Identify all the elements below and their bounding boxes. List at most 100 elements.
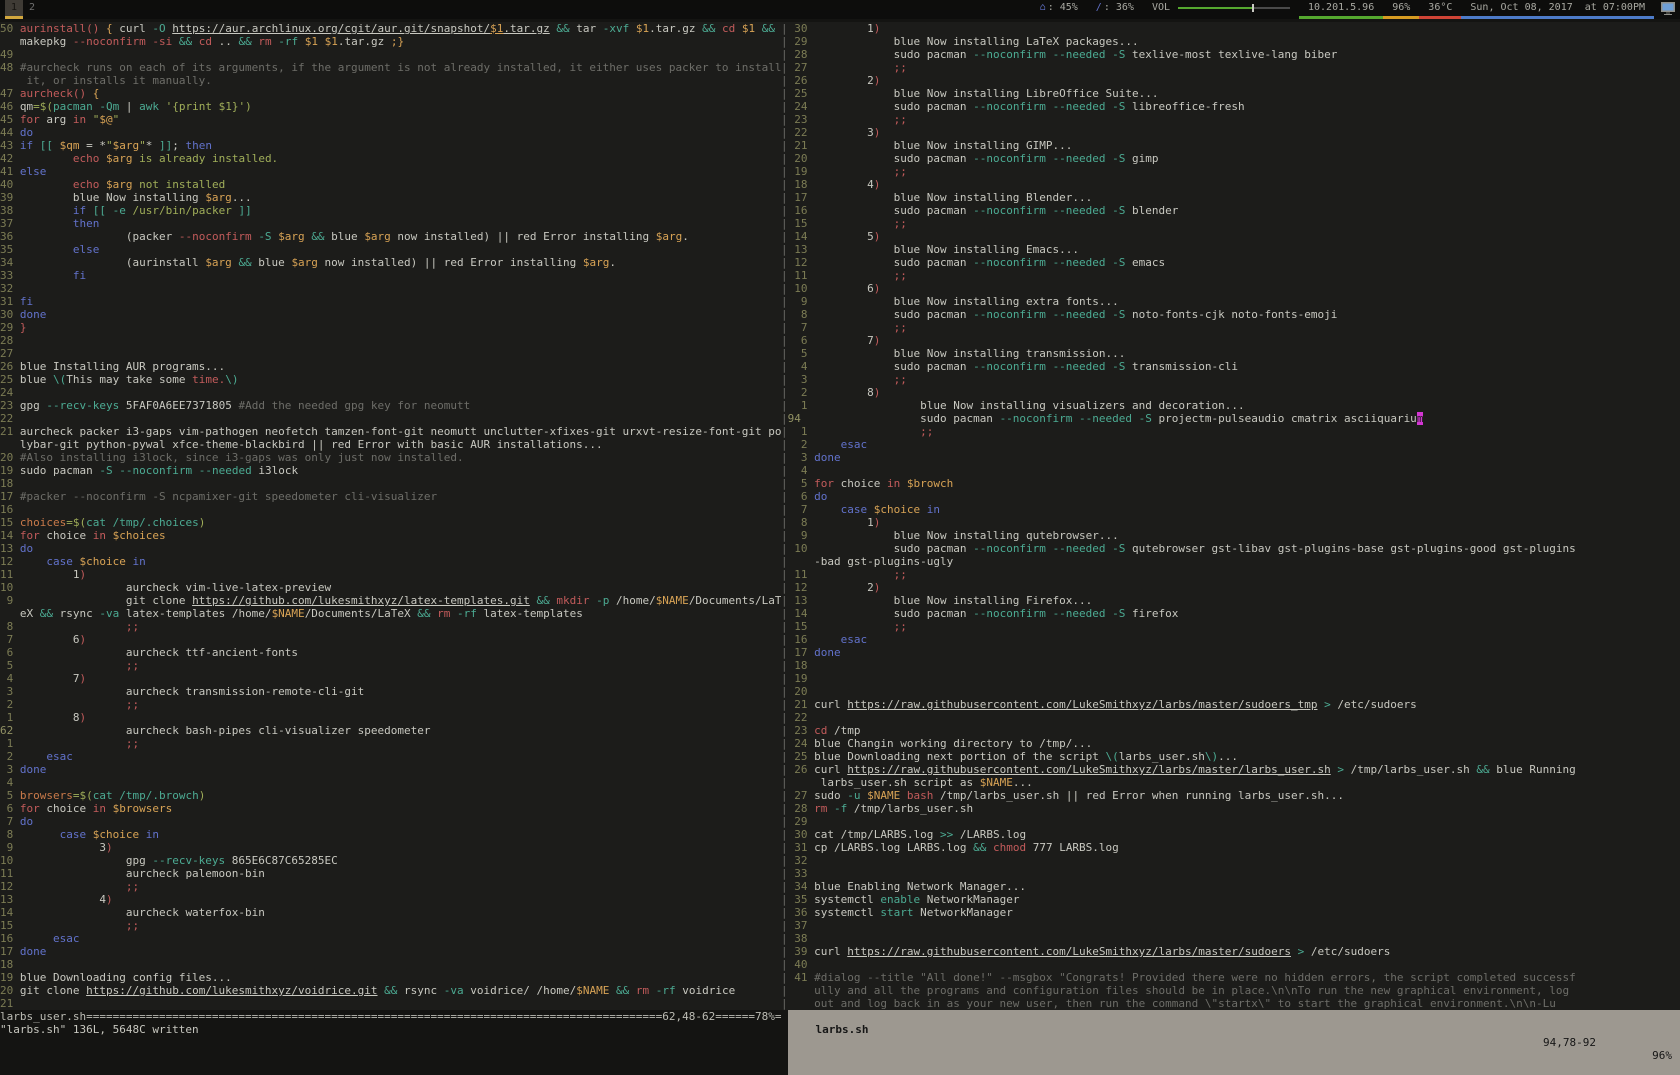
- code-row: 8 ;;: [0, 620, 781, 633]
- line-number: 6: [788, 490, 815, 503]
- line-number: 16: [788, 204, 815, 217]
- window-separator: |: [781, 490, 788, 503]
- code-row: 44 do: [0, 126, 781, 139]
- status-item-temperature: 36°C: [1419, 0, 1461, 19]
- line-number: 19: [0, 464, 20, 477]
- line-number: 28: [0, 334, 20, 347]
- code-row: eX && rsync -va latex-templates /home/$N…: [0, 607, 781, 620]
- line-number: 2: [0, 698, 20, 711]
- line-number: 10: [788, 282, 815, 295]
- code-row: | 23 ;;: [781, 113, 1680, 126]
- line-number: 3: [788, 451, 815, 464]
- line-number: 20: [788, 152, 815, 165]
- line-number: 15: [0, 516, 20, 529]
- line-number: 15: [788, 217, 815, 230]
- code-row: 24: [0, 386, 781, 399]
- window-separator: |: [781, 880, 788, 893]
- code-row: 25 blue \(This may take some time.\): [0, 373, 781, 386]
- code-row: | 36 systemctl start NetworkManager: [781, 906, 1680, 919]
- line-number: 16: [788, 633, 815, 646]
- line-number: 7: [0, 815, 20, 828]
- window-separator: |: [781, 750, 788, 763]
- line-number: 17: [0, 945, 20, 958]
- line-number: 37: [788, 919, 815, 932]
- code-row: | 9 blue Now installing extra fonts...: [781, 295, 1680, 308]
- slash-icon: /: [1096, 0, 1102, 16]
- window-separator: |: [781, 22, 788, 35]
- line-number: 6: [0, 646, 20, 659]
- window-separator: |: [781, 542, 788, 555]
- code-row: 1 8): [0, 711, 781, 724]
- window-separator: |: [781, 776, 788, 789]
- code-row: | 24 sudo pacman --noconfirm --needed -S…: [781, 100, 1680, 113]
- line-number: 13: [788, 243, 815, 256]
- line-number: 9: [0, 841, 20, 854]
- code-row: 20 #Also installing i3lock, since i3-gap…: [0, 451, 781, 464]
- code-row: | 27 ;;: [781, 61, 1680, 74]
- workspace-button-2[interactable]: 2: [23, 0, 41, 19]
- code-row: 14 aurcheck waterfox-bin: [0, 906, 781, 919]
- window-separator: |: [781, 412, 788, 425]
- code-row: 18: [0, 958, 781, 971]
- line-number: 10: [788, 542, 815, 555]
- line-number: 8: [0, 620, 20, 633]
- code-row: | 7 ;;: [781, 321, 1680, 334]
- window-separator: |: [781, 594, 788, 607]
- code-row: 18: [0, 477, 781, 490]
- window-separator: |: [781, 256, 788, 269]
- line-number: 7: [788, 503, 815, 516]
- window-separator: |: [781, 321, 788, 334]
- line-number: 1: [788, 399, 815, 412]
- line-number: 19: [788, 672, 815, 685]
- window-separator: |: [781, 334, 788, 347]
- tray[interactable]: [1654, 0, 1680, 19]
- status-item-battery: 96%: [1383, 0, 1419, 19]
- code-row: 32: [0, 282, 781, 295]
- code-row: | 19: [781, 672, 1680, 685]
- window-separator: |: [781, 295, 788, 308]
- code-row: 62 aurcheck bash-pipes cli-visualizer sp…: [0, 724, 781, 737]
- window-separator: |: [781, 347, 788, 360]
- monitor-icon[interactable]: [1660, 1, 1676, 18]
- window-separator: |: [781, 984, 788, 997]
- window-separator: |: [781, 503, 788, 516]
- vim-left-pane[interactable]: 50 aurinstall() { curl -O https://aur.ar…: [0, 22, 781, 1010]
- volume-slider[interactable]: [1178, 0, 1290, 16]
- code-row: | larbs_user.sh script as $NAME...: [781, 776, 1680, 789]
- line-number: 1: [788, 425, 815, 438]
- status-label: VOL: [1152, 0, 1170, 16]
- line-number: 17: [788, 646, 815, 659]
- window-separator: |: [781, 646, 788, 659]
- code-row: | 12 2): [781, 581, 1680, 594]
- line-number: 39: [788, 945, 815, 958]
- line-number: 14: [788, 230, 815, 243]
- statusline-active: larbs.sh 94,78-92 96%: [788, 1010, 1680, 1075]
- code-row: 11 1): [0, 568, 781, 581]
- code-row: | 11 ;;: [781, 269, 1680, 282]
- code-row: 27: [0, 347, 781, 360]
- code-row: 5 browsers=$(cat /tmp/.browch): [0, 789, 781, 802]
- window-separator: |: [781, 230, 788, 243]
- code-row: 30 done: [0, 308, 781, 321]
- line-number: 5: [788, 347, 815, 360]
- vim-command-line: "larbs.sh" 136L, 5648C written: [0, 1023, 1680, 1036]
- vim-right-pane[interactable]: | 30 1)| 29 blue Now installing LaTeX pa…: [781, 22, 1680, 1010]
- line-number: 26: [0, 360, 20, 373]
- code-row: | 16 sudo pacman --noconfirm --needed -S…: [781, 204, 1680, 217]
- window-separator: |: [781, 568, 788, 581]
- code-row: | 30 cat /tmp/LARBS.log >> /LARBS.log: [781, 828, 1680, 841]
- code-row: 37 then: [0, 217, 781, 230]
- window-separator: |: [781, 243, 788, 256]
- line-number: 25: [788, 750, 815, 763]
- line-number: 24: [788, 737, 815, 750]
- workspace-button-1[interactable]: 1: [5, 0, 23, 19]
- line-number: 15: [0, 919, 20, 932]
- line-number: 24: [0, 386, 20, 399]
- code-row: 34 (aurinstall $arg && blue $arg now ins…: [0, 256, 781, 269]
- window-separator: |: [781, 945, 788, 958]
- code-row: it, or installs it manually.: [0, 74, 781, 87]
- vim-editor[interactable]: 50 aurinstall() { curl -O https://aur.ar…: [0, 22, 1680, 1010]
- code-row: 2 esac: [0, 750, 781, 763]
- code-row: 47 aurcheck() {: [0, 87, 781, 100]
- line-number: 37: [0, 217, 20, 230]
